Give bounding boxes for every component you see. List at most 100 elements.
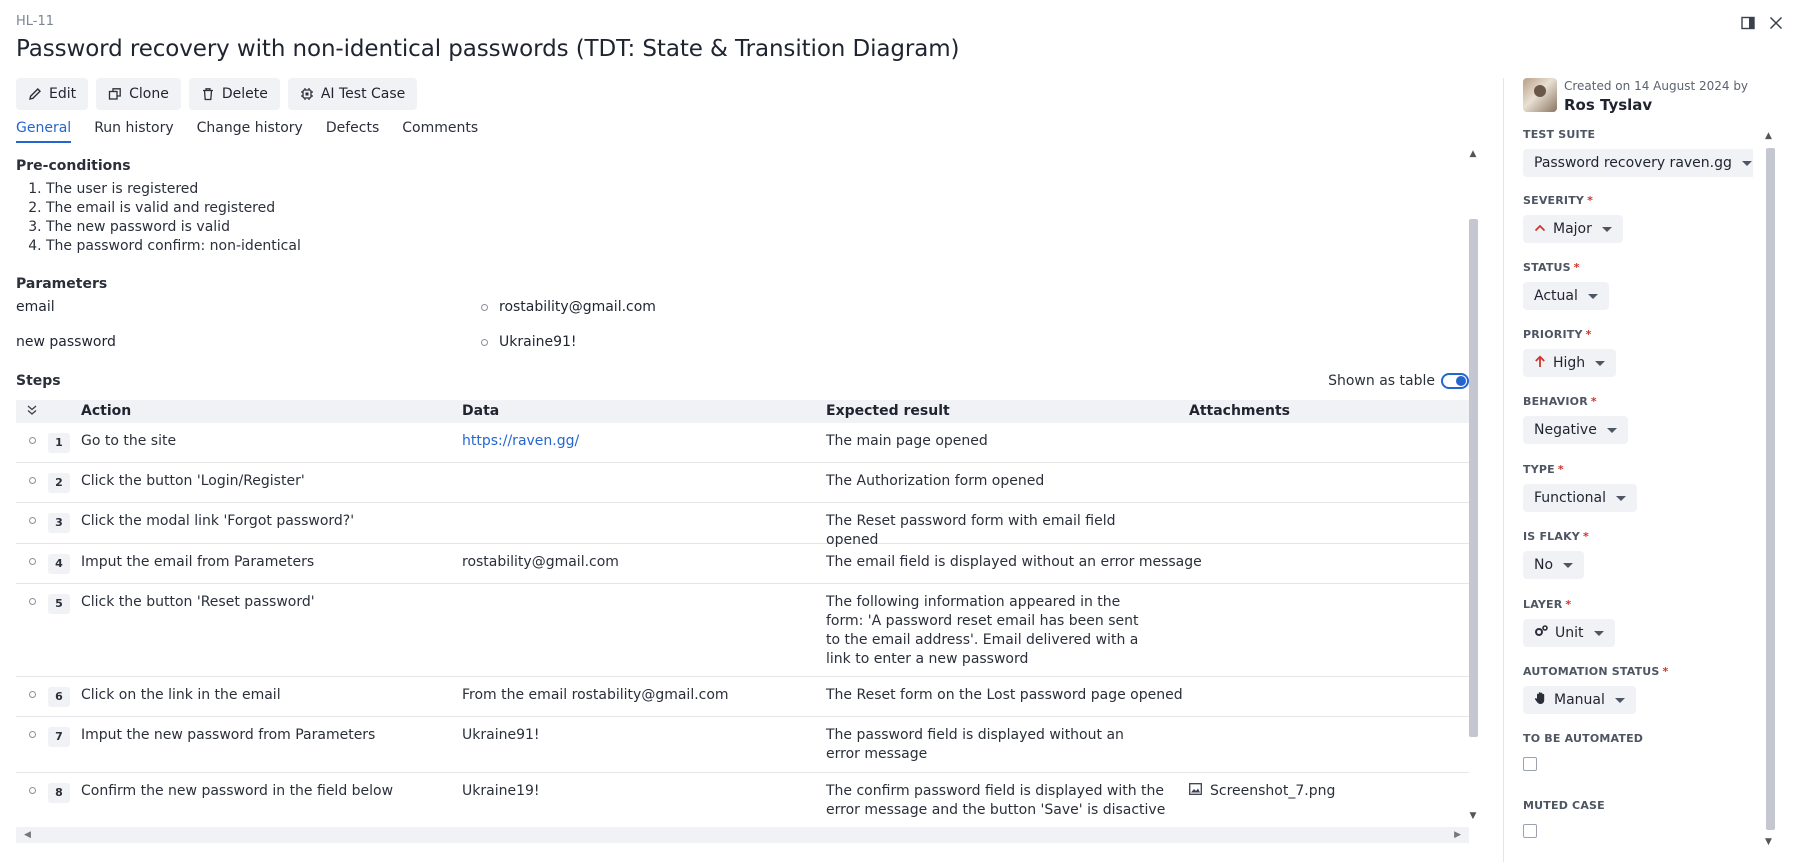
chevron-down-icon bbox=[1606, 427, 1617, 433]
test-suite-select[interactable]: Password recovery raven.gg bbox=[1523, 149, 1753, 177]
step-number: 4 bbox=[48, 554, 70, 574]
to-be-automated-checkbox[interactable] bbox=[1523, 757, 1537, 771]
tab-comments[interactable]: Comments bbox=[402, 120, 478, 143]
delete-button[interactable]: Delete bbox=[188, 78, 280, 110]
parameter-name: email bbox=[16, 299, 55, 315]
step-expected: The Authorization form opened bbox=[826, 473, 1045, 489]
priority-select[interactable]: High bbox=[1523, 349, 1617, 377]
automation-status-value: Manual bbox=[1554, 692, 1605, 708]
sidebar-scrollbar[interactable]: ▲ ▼ bbox=[1763, 128, 1777, 850]
pencil-icon bbox=[28, 87, 42, 101]
table-row[interactable]: 5 Click the button 'Reset password' The … bbox=[16, 584, 1469, 677]
table-row[interactable]: 4 Imput the email from Parameters rostab… bbox=[16, 544, 1469, 584]
scrollbar-thumb[interactable] bbox=[1766, 148, 1775, 830]
attachment-name: Screenshot_7.png bbox=[1210, 783, 1336, 799]
muted-case-checkbox[interactable] bbox=[1523, 824, 1537, 838]
field-status: STATUS * Actual bbox=[1523, 261, 1743, 310]
chevron-down-icon bbox=[1595, 360, 1606, 366]
severity-select[interactable]: Major bbox=[1523, 215, 1623, 243]
is-flaky-select[interactable]: No bbox=[1523, 551, 1585, 579]
edit-label: Edit bbox=[49, 86, 77, 102]
scrollbar-thumb[interactable] bbox=[1469, 219, 1478, 737]
parameter-value: Ukraine91! bbox=[499, 334, 577, 350]
field-label: SEVERITY * bbox=[1523, 194, 1594, 207]
step-expected: The following information appeared in th… bbox=[826, 594, 1139, 667]
scroll-up-icon[interactable]: ▲ bbox=[1765, 131, 1772, 141]
type-select[interactable]: Functional bbox=[1523, 484, 1638, 512]
tab-bar: General Run history Change history Defec… bbox=[16, 120, 478, 143]
delete-label: Delete bbox=[221, 86, 268, 102]
tab-general[interactable]: General bbox=[16, 120, 72, 143]
field-label: AUTOMATION STATUS * bbox=[1523, 665, 1669, 678]
horizontal-scrollbar[interactable]: ◀ ▶ bbox=[16, 827, 1469, 843]
page-title: Password recovery with non-identical pas… bbox=[16, 36, 960, 62]
chevron-up-icon bbox=[1534, 221, 1546, 237]
collapse-icon[interactable] bbox=[26, 404, 38, 420]
steps-table: Action Data Expected result Attachments … bbox=[16, 400, 1469, 818]
table-row[interactable]: 1 Go to the site https://raven.gg/ The m… bbox=[16, 423, 1469, 463]
field-label: IS FLAKY * bbox=[1523, 530, 1589, 543]
behavior-value: Negative bbox=[1534, 422, 1597, 438]
step-number: 2 bbox=[48, 473, 70, 493]
table-row[interactable]: 2 Click the button 'Login/Register' The … bbox=[16, 463, 1469, 503]
severity-value: Major bbox=[1553, 221, 1592, 237]
scroll-up-icon[interactable]: ▲ bbox=[1468, 149, 1478, 159]
field-label: TO BE AUTOMATED bbox=[1523, 732, 1644, 745]
field-is-flaky: IS FLAKY * No bbox=[1523, 530, 1743, 579]
table-row[interactable]: 7 Imput the new password from Parameters… bbox=[16, 717, 1469, 773]
attachment-link[interactable]: Screenshot_7.png bbox=[1189, 782, 1335, 801]
table-row[interactable]: 3 Click the modal link 'Forgot password?… bbox=[16, 503, 1469, 548]
step-bullet-icon bbox=[29, 598, 36, 605]
chevron-down-icon bbox=[1616, 495, 1627, 501]
is-flaky-value: No bbox=[1534, 557, 1554, 573]
step-bullet-icon bbox=[29, 477, 36, 484]
tab-defects[interactable]: Defects bbox=[326, 120, 379, 143]
tab-change-history[interactable]: Change history bbox=[197, 120, 303, 143]
shown-as-table-toggle-group: Shown as table bbox=[1328, 373, 1469, 389]
table-row[interactable]: 8 Confirm the new password in the field … bbox=[16, 773, 1469, 818]
case-id: HL-11 bbox=[16, 14, 55, 29]
parameters-section: Parameters email rostability@gmail.com n… bbox=[16, 276, 1456, 350]
status-select[interactable]: Actual bbox=[1523, 282, 1609, 310]
close-icon[interactable] bbox=[1767, 14, 1785, 32]
scroll-down-icon[interactable]: ▼ bbox=[1468, 811, 1478, 821]
step-expected: The password field is displayed without … bbox=[826, 727, 1124, 762]
edit-button[interactable]: Edit bbox=[16, 78, 89, 110]
clone-button[interactable]: Clone bbox=[96, 78, 181, 110]
panel-toggle-icon[interactable] bbox=[1739, 14, 1757, 32]
automation-status-select[interactable]: Manual bbox=[1523, 686, 1636, 714]
chevron-down-icon bbox=[1563, 562, 1574, 568]
ai-test-case-button[interactable]: AI Test Case bbox=[287, 78, 418, 110]
field-priority: PRIORITY * High bbox=[1523, 328, 1743, 377]
layer-select[interactable]: Unit bbox=[1523, 619, 1615, 647]
step-bullet-icon bbox=[29, 517, 36, 524]
field-type: TYPE * Functional bbox=[1523, 463, 1743, 512]
step-action: Click the modal link 'Forgot password?' bbox=[81, 513, 355, 529]
field-label: BEHAVIOR * bbox=[1523, 395, 1597, 408]
step-number: 1 bbox=[48, 433, 70, 453]
step-number: 3 bbox=[48, 513, 70, 533]
table-header: Action Data Expected result Attachments bbox=[16, 400, 1469, 423]
scroll-down-icon[interactable]: ▼ bbox=[1765, 837, 1772, 847]
author-name: Ros Tyslav bbox=[1564, 96, 1653, 114]
table-row[interactable]: 6 Click on the link in the email From th… bbox=[16, 677, 1469, 717]
shown-as-table-toggle[interactable] bbox=[1441, 373, 1469, 389]
panel-divider bbox=[1503, 78, 1504, 862]
parameter-bullet-icon bbox=[481, 304, 488, 311]
type-value: Functional bbox=[1534, 490, 1607, 506]
step-expected: The Reset form on the Lost password page… bbox=[826, 687, 1183, 703]
step-action: Confirm the new password in the field be… bbox=[81, 783, 394, 799]
main-vertical-scrollbar[interactable]: ▲ ▼ bbox=[1467, 147, 1479, 823]
preconditions-section: Pre-conditions The user is registered Th… bbox=[16, 158, 301, 256]
steps-title: Steps bbox=[16, 373, 61, 389]
field-test-suite: TEST SUITE Password recovery raven.gg bbox=[1523, 128, 1753, 177]
behavior-select[interactable]: Negative bbox=[1523, 416, 1628, 444]
scroll-left-icon[interactable]: ◀ bbox=[24, 830, 31, 840]
tab-run-history[interactable]: Run history bbox=[94, 120, 173, 143]
chevron-down-icon bbox=[1601, 226, 1612, 232]
field-label: TEST SUITE bbox=[1523, 128, 1596, 141]
parameter-bullet-icon bbox=[481, 339, 488, 346]
chevron-down-icon bbox=[1593, 630, 1604, 636]
scroll-right-icon[interactable]: ▶ bbox=[1454, 830, 1461, 840]
step-data-link[interactable]: https://raven.gg/ bbox=[462, 432, 579, 451]
